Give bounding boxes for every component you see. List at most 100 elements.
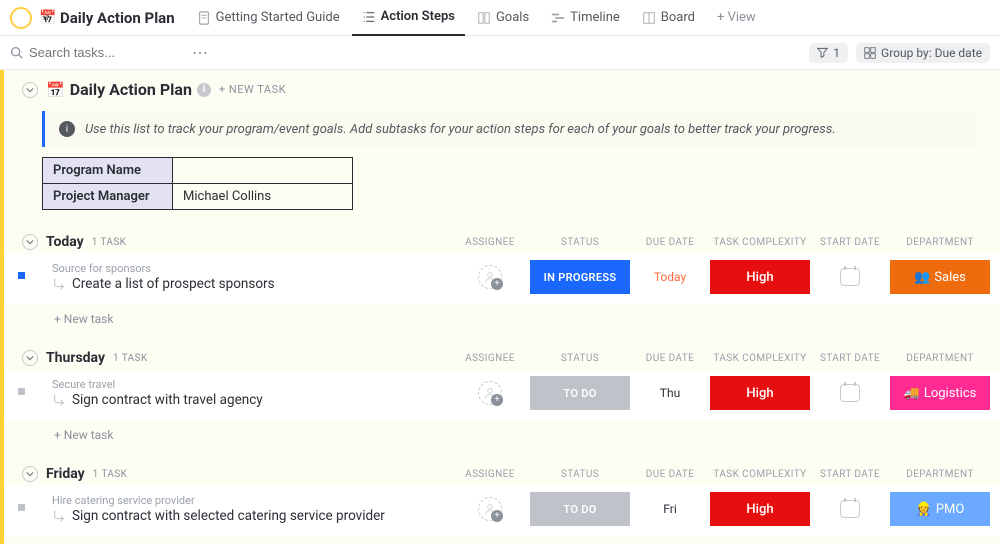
task-name-cell[interactable]: Source for sponsors Create a list of pro… xyxy=(42,260,450,292)
col-department: DEPARTMENT xyxy=(890,237,990,248)
task-row[interactable]: Hire catering service provider Sign cont… xyxy=(0,486,1000,536)
task-row[interactable]: Secure travel Sign contract with travel … xyxy=(0,370,1000,420)
meta-label: Program Name xyxy=(43,158,173,184)
department-badge: 👷PMO xyxy=(890,492,990,526)
list-body: 📅 Daily Action Plan i + NEW TASK i Use t… xyxy=(0,70,1000,544)
status-dot[interactable] xyxy=(0,260,42,279)
status-cell[interactable]: IN PROGRESS xyxy=(530,260,630,294)
new-task-header-button[interactable]: + NEW TASK xyxy=(219,83,286,96)
assignee-add-icon[interactable] xyxy=(478,497,502,521)
add-view-button[interactable]: + View xyxy=(707,0,766,36)
group: Today 1 TASK ASSIGNEE STATUS DUE DATE TA… xyxy=(0,234,1000,326)
tab-getting-started[interactable]: Getting Started Guide xyxy=(187,0,350,36)
calendar-icon xyxy=(840,384,860,402)
col-assignee: ASSIGNEE xyxy=(450,353,530,364)
department-cell[interactable]: 👷PMO xyxy=(890,492,990,526)
task-name: Create a list of prospect sponsors xyxy=(52,275,450,292)
calendar-icon: 📅 xyxy=(46,81,65,99)
search-box[interactable] xyxy=(10,45,180,60)
department-cell[interactable]: 🚚Logistics xyxy=(890,376,990,410)
complexity-cell[interactable]: High xyxy=(710,376,810,410)
assignee-cell[interactable] xyxy=(450,492,530,526)
toolbar: ⋯ 1 Group by: Due date xyxy=(0,36,1000,70)
start-date-cell[interactable] xyxy=(810,492,890,526)
filter-icon xyxy=(817,47,828,58)
department-badge: 👥Sales xyxy=(890,260,990,294)
board-icon xyxy=(642,11,656,25)
col-status: STATUS xyxy=(530,237,630,248)
group: Friday 1 TASK ASSIGNEE STATUS DUE DATE T… xyxy=(0,466,1000,544)
col-start: START DATE xyxy=(810,237,890,248)
col-assignee: ASSIGNEE xyxy=(450,469,530,480)
tab-label: Goals xyxy=(496,10,529,25)
doc-heading-text: Daily Action Plan xyxy=(70,80,192,99)
department-cell[interactable]: 👥Sales xyxy=(890,260,990,294)
collapse-group-button[interactable] xyxy=(22,234,38,250)
status-badge: TO DO xyxy=(530,492,630,526)
status-dot[interactable] xyxy=(0,492,42,511)
task-name: Sign contract with selected catering ser… xyxy=(52,507,450,524)
complexity-cell[interactable]: High xyxy=(710,260,810,294)
tab-label: Action Steps xyxy=(381,9,455,24)
filter-button[interactable]: 1 xyxy=(809,43,848,63)
dept-emoji-icon: 👥 xyxy=(914,270,930,285)
status-cell[interactable]: TO DO xyxy=(530,376,630,410)
col-due: DUE DATE xyxy=(630,469,710,480)
col-department: DEPARTMENT xyxy=(890,469,990,480)
status-cell[interactable]: TO DO xyxy=(530,492,630,526)
groupby-label: Group by: Due date xyxy=(881,46,982,60)
group-name: Thursday xyxy=(46,350,105,366)
col-start: START DATE xyxy=(810,469,890,480)
tab-board[interactable]: Board xyxy=(632,0,705,36)
due-date-cell[interactable]: Fri xyxy=(630,492,710,526)
doc-title[interactable]: 📅17 Daily Action Plan xyxy=(40,9,175,27)
complexity-badge: High xyxy=(710,492,810,526)
group-header: Today 1 TASK ASSIGNEE STATUS DUE DATE TA… xyxy=(0,234,1000,254)
start-date-cell[interactable] xyxy=(810,376,890,410)
calendar-icon: 📅17 xyxy=(40,10,56,26)
tab-label: Board xyxy=(661,10,695,25)
doc-icon xyxy=(197,11,211,25)
group: Thursday 1 TASK ASSIGNEE STATUS DUE DATE… xyxy=(0,350,1000,442)
more-menu[interactable]: ⋯ xyxy=(188,43,212,62)
due-date-cell[interactable]: Today xyxy=(630,260,710,294)
col-complexity: TASK COMPLEXITY xyxy=(710,469,810,480)
col-start: START DATE xyxy=(810,353,890,364)
groupby-button[interactable]: Group by: Due date xyxy=(856,43,990,63)
tab-action-steps[interactable]: Action Steps xyxy=(352,0,465,36)
col-department: DEPARTMENT xyxy=(890,353,990,364)
assignee-cell[interactable] xyxy=(450,376,530,410)
search-input[interactable] xyxy=(29,45,149,60)
collapse-group-button[interactable] xyxy=(22,466,38,482)
assignee-cell[interactable] xyxy=(450,260,530,294)
dept-emoji-icon: 👷 xyxy=(916,502,932,517)
tab-timeline[interactable]: Timeline xyxy=(541,0,630,36)
assignee-add-icon[interactable] xyxy=(478,265,502,289)
meta-value[interactable]: Michael Collins xyxy=(173,184,353,210)
goal-icon xyxy=(477,11,491,25)
meta-value[interactable] xyxy=(173,158,353,184)
new-task-button[interactable]: + New task xyxy=(0,420,1000,442)
new-task-button[interactable]: + New task xyxy=(0,304,1000,326)
complexity-badge: High xyxy=(710,260,810,294)
assignee-add-icon[interactable] xyxy=(478,381,502,405)
collapse-doc-button[interactable] xyxy=(22,82,38,98)
add-view-label: + View xyxy=(717,10,756,25)
collapse-group-button[interactable] xyxy=(22,350,38,366)
task-row[interactable]: Source for sponsors Create a list of pro… xyxy=(0,254,1000,304)
new-task-button[interactable]: + New task xyxy=(0,536,1000,544)
status-badge: TO DO xyxy=(530,376,630,410)
task-name-cell[interactable]: Hire catering service provider Sign cont… xyxy=(42,492,450,524)
tab-goals[interactable]: Goals xyxy=(467,0,539,36)
start-date-cell[interactable] xyxy=(810,260,890,294)
due-date-cell[interactable]: Thu xyxy=(630,376,710,410)
tab-bar: 📅17 Daily Action Plan Getting Started Gu… xyxy=(0,0,1000,36)
info-icon[interactable]: i xyxy=(197,83,211,97)
status-dot[interactable] xyxy=(0,376,42,395)
filter-count: 1 xyxy=(833,46,840,60)
task-name-cell[interactable]: Secure travel Sign contract with travel … xyxy=(42,376,450,408)
dept-emoji-icon: 🚚 xyxy=(904,386,920,401)
group-count: 1 TASK xyxy=(113,353,148,364)
complexity-cell[interactable]: High xyxy=(710,492,810,526)
calendar-icon xyxy=(840,268,860,286)
